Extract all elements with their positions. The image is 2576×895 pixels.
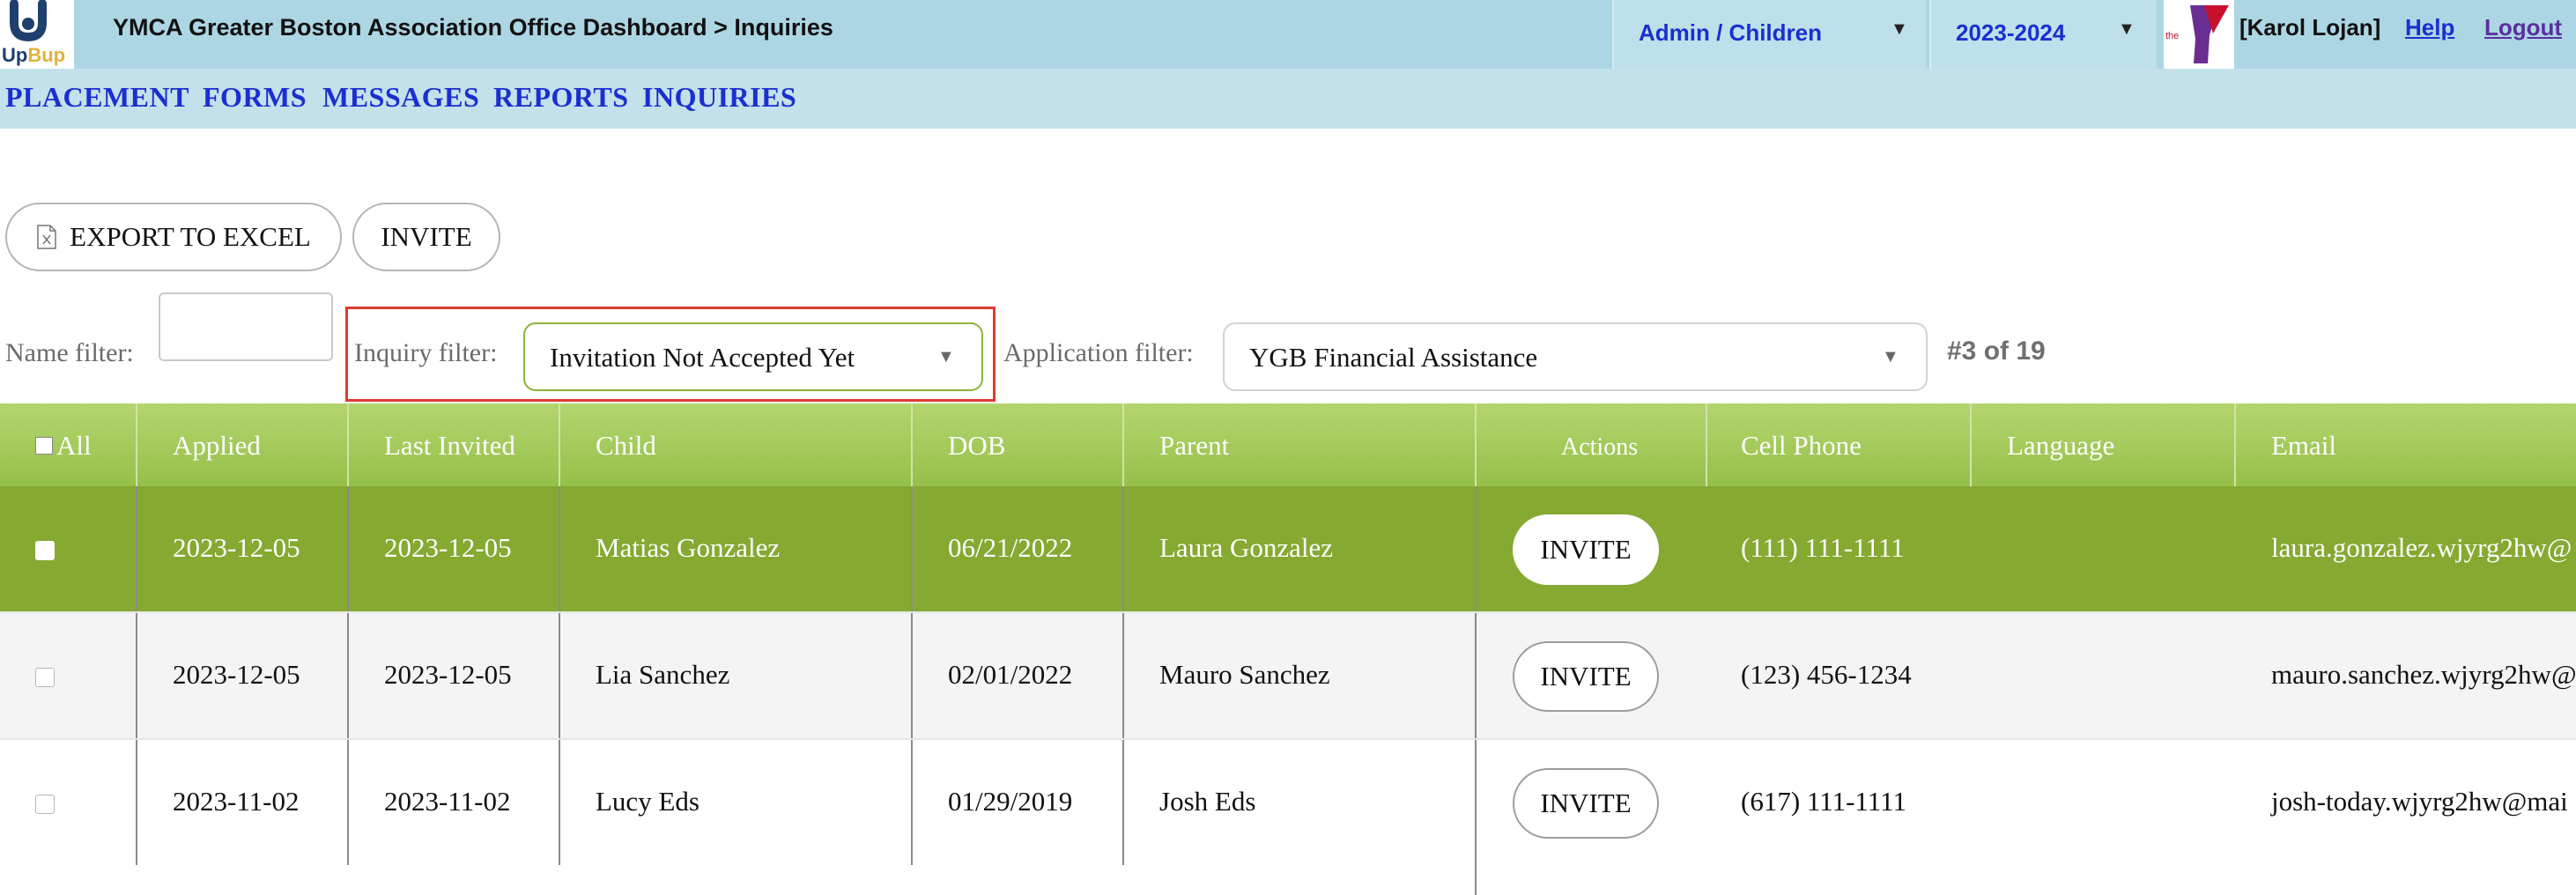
- column-header-child[interactable]: Child: [596, 430, 656, 462]
- cell-dob: 01/29/2019: [948, 786, 1073, 817]
- name-filter-input[interactable]: [159, 292, 333, 361]
- nav-placement[interactable]: PLACEMENT: [5, 81, 189, 114]
- cell-parent: Josh Eds: [1159, 786, 1256, 817]
- cell-applied: 2023-12-05: [173, 659, 300, 690]
- cell-parent: Laura Gonzalez: [1159, 532, 1334, 563]
- name-filter-label: Name filter:: [5, 338, 134, 367]
- user-name: [Karol Lojan]: [2239, 14, 2381, 41]
- cell-phone: (123) 456-1234: [1741, 659, 1912, 690]
- logo-wordmark: UpBup: [2, 44, 66, 66]
- logout-link[interactable]: Logout: [2484, 14, 2562, 41]
- column-header-parent[interactable]: Parent: [1159, 430, 1229, 462]
- column-divider: [1475, 486, 1477, 895]
- cell-dob: 02/01/2022: [948, 659, 1073, 690]
- row-invite-button[interactable]: INVITE: [1513, 768, 1659, 839]
- row-checkbox[interactable]: [35, 541, 55, 560]
- chevron-down-icon: ▼: [937, 347, 955, 366]
- export-label: EXPORT TO EXCEL: [70, 221, 311, 252]
- column-divider: [1122, 486, 1124, 865]
- column-divider: [2234, 403, 2236, 486]
- column-divider: [136, 403, 137, 486]
- row-checkbox[interactable]: [35, 668, 55, 687]
- nav-reports[interactable]: REPORTS: [493, 81, 629, 114]
- invite-button[interactable]: INVITE: [352, 203, 500, 271]
- cell-phone: (111) 111-1111: [1741, 532, 1905, 563]
- column-divider: [1475, 403, 1477, 486]
- year-select[interactable]: 2023-2024 ▼: [1929, 0, 2157, 69]
- column-header-dob[interactable]: DOB: [948, 430, 1005, 462]
- column-divider: [1122, 403, 1124, 486]
- column-divider: [559, 486, 560, 865]
- column-header-language[interactable]: Language: [2007, 430, 2114, 462]
- result-count: #3 of 19: [1947, 337, 2046, 366]
- cell-child: Lucy Eds: [596, 786, 700, 817]
- column-divider: [347, 486, 349, 865]
- column-divider: [1970, 403, 1972, 486]
- year-select-value: 2023-2024: [1956, 19, 2066, 46]
- column-divider: [911, 486, 913, 865]
- excel-file-icon: [37, 225, 56, 249]
- cell-applied: 2023-12-05: [173, 532, 300, 563]
- row-checkbox[interactable]: [35, 795, 55, 814]
- cell-child: Lia Sanchez: [596, 659, 730, 690]
- row-invite-button[interactable]: INVITE: [1513, 514, 1659, 585]
- application-filter-label: Application filter:: [1003, 338, 1194, 367]
- row-divider: [0, 611, 2576, 613]
- cell-phone: (617) 111-1111: [1741, 786, 1906, 817]
- page-title: YMCA Greater Boston Association Office D…: [113, 14, 833, 41]
- cell-last-invited: 2023-12-05: [384, 659, 512, 690]
- upbup-logo[interactable]: UpBup: [0, 0, 74, 69]
- help-link[interactable]: Help: [2405, 14, 2454, 41]
- column-divider: [136, 486, 137, 865]
- row-invite-button[interactable]: INVITE: [1513, 641, 1659, 712]
- nav-inquiries[interactable]: INQUIRIES: [642, 81, 796, 114]
- inquiry-filter-label: Inquiry filter:: [354, 338, 498, 367]
- cell-parent: Mauro Sanchez: [1159, 659, 1330, 690]
- cell-email: josh-today.wjyrg2hw@mai: [2271, 786, 2568, 817]
- role-select-value: Admin / Children: [1639, 19, 1822, 46]
- cell-last-invited: 2023-11-02: [384, 786, 511, 817]
- column-header-actions: Actions: [1561, 433, 1639, 461]
- application-filter-select[interactable]: YGB Financial Assistance ▼: [1223, 322, 1928, 391]
- cell-applied: 2023-11-02: [173, 786, 300, 817]
- role-select[interactable]: Admin / Children ▼: [1612, 0, 1926, 69]
- column-divider: [911, 403, 913, 486]
- column-header-cell-phone[interactable]: Cell Phone: [1741, 430, 1862, 462]
- chevron-down-icon: ▼: [1891, 19, 1908, 39]
- table-row[interactable]: 2023-11-02 2023-11-02 Lucy Eds 01/29/201…: [0, 740, 2576, 867]
- column-divider: [347, 403, 349, 486]
- cell-last-invited: 2023-12-05: [384, 532, 512, 563]
- column-header-last-invited[interactable]: Last Invited: [384, 430, 515, 462]
- nav-forms[interactable]: FORMS: [203, 81, 307, 114]
- export-to-excel-button[interactable]: EXPORT TO EXCEL: [5, 203, 342, 271]
- row-divider: [0, 738, 2576, 740]
- table-header: All Applied Last Invited Child DOB Paren…: [0, 403, 2576, 488]
- cell-child: Matias Gonzalez: [596, 532, 781, 563]
- top-bar: UpBup YMCA Greater Boston Association Of…: [0, 0, 2576, 69]
- column-header-all: All: [56, 430, 92, 461]
- column-header-applied[interactable]: Applied: [173, 430, 261, 462]
- application-filter-value: YGB Financial Assistance: [1249, 342, 1538, 373]
- table-row[interactable]: 2023-12-05 2023-12-05 Lia Sanchez 02/01/…: [0, 613, 2576, 740]
- ymca-logo: the: [2164, 0, 2234, 69]
- table-row[interactable]: 2023-12-05 2023-12-05 Matias Gonzalez 06…: [0, 486, 2576, 613]
- nav-messages[interactable]: MESSAGES: [322, 81, 479, 114]
- select-all-checkbox[interactable]: [35, 437, 53, 455]
- main-nav: PLACEMENT FORMS MESSAGES REPORTS INQUIRI…: [0, 69, 2576, 129]
- inquiry-filter-value: Invitation Not Accepted Yet: [550, 342, 855, 373]
- inquiry-filter-select[interactable]: Invitation Not Accepted Yet ▼: [523, 322, 983, 391]
- column-divider: [559, 403, 560, 486]
- ymca-y-icon: the: [2165, 5, 2229, 63]
- chevron-down-icon: ▼: [1882, 347, 1899, 366]
- cell-dob: 06/21/2022: [948, 532, 1073, 563]
- chevron-down-icon: ▼: [2118, 19, 2136, 39]
- column-header-email[interactable]: Email: [2271, 430, 2336, 462]
- cell-email: laura.gonzalez.wjyrg2hw@: [2271, 532, 2572, 563]
- cell-email: mauro.sanchez.wjyrg2hw@: [2271, 659, 2576, 690]
- svg-text:the: the: [2165, 31, 2179, 41]
- column-divider: [1706, 403, 1707, 486]
